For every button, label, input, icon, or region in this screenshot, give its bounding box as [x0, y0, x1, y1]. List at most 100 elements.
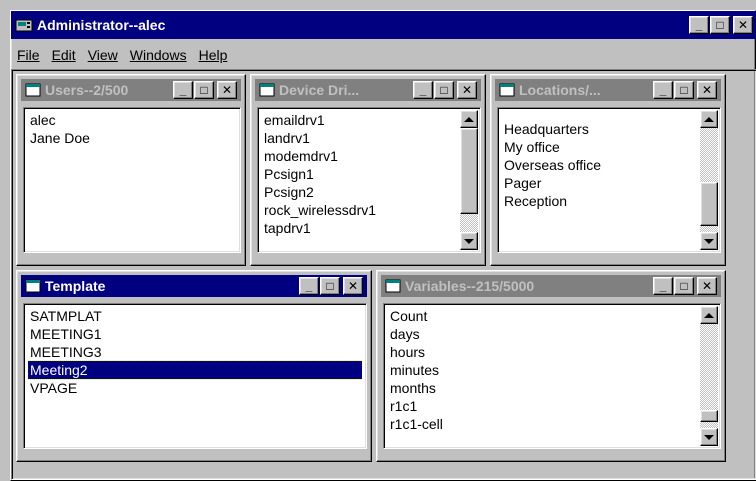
window-icon — [385, 279, 401, 293]
scroll-up-button[interactable] — [700, 110, 718, 128]
users-title-bar[interactable]: Users--2/500 _ □ ✕ — [21, 79, 241, 101]
list-item[interactable]: Pcsign1 — [262, 165, 458, 183]
close-button[interactable]: ✕ — [733, 16, 753, 34]
menu-help-label: Help — [198, 47, 228, 63]
scroll-down-button[interactable] — [700, 232, 718, 250]
pager-icon — [15, 19, 33, 32]
list-item[interactable]: emaildrv1 — [262, 111, 458, 129]
list-item[interactable]: rock_wirelessdrv1 — [262, 201, 458, 219]
scroll-thumb[interactable] — [700, 410, 718, 422]
users-maximize-button[interactable]: □ — [194, 81, 214, 99]
menu-edit[interactable]: Edit — [46, 47, 82, 63]
variables-window: Variables--215/5000 _ □ ✕ Count days hou… — [376, 270, 726, 462]
device-drivers-list[interactable]: emaildrv1 landrv1 modemdrv1 Pcsign1 Pcsi… — [257, 107, 481, 253]
scroll-up-button[interactable] — [460, 110, 478, 128]
list-item[interactable]: MEETING1 — [28, 325, 362, 343]
locations-close-button[interactable]: ✕ — [697, 81, 717, 99]
scroll-thumb[interactable] — [700, 182, 718, 226]
main-window: Administrator--alec _ □ ✕ File Edit View… — [10, 10, 756, 481]
users-close-button[interactable]: ✕ — [217, 81, 237, 99]
list-item[interactable]: Pager — [502, 174, 698, 192]
menu-windows[interactable]: Windows — [124, 47, 193, 63]
users-title: Users--2/500 — [45, 82, 129, 98]
list-item[interactable]: Count — [388, 307, 698, 325]
list-item[interactable]: SATMPLAT — [28, 307, 362, 325]
drivers-scrollbar[interactable] — [460, 110, 478, 250]
list-item[interactable]: months — [388, 379, 698, 397]
list-item[interactable]: MEETING3 — [28, 343, 362, 361]
template-title: Template — [45, 278, 106, 294]
list-item[interactable]: hours — [388, 343, 698, 361]
device-drivers-title-bar[interactable]: Device Dri... _ □ ✕ — [255, 79, 481, 101]
list-item[interactable]: Overseas office — [502, 156, 698, 174]
maximize-button[interactable]: □ — [710, 16, 730, 34]
drivers-close-button[interactable]: ✕ — [457, 81, 477, 99]
list-item[interactable]: Pcsign2 — [262, 183, 458, 201]
list-item[interactable]: VPAGE — [28, 379, 362, 397]
window-icon — [259, 83, 275, 97]
arrow-up-icon — [704, 116, 714, 122]
menu-bar: File Edit View Windows Help — [11, 41, 756, 69]
variables-list[interactable]: Count days hours minutes months r1c1 r1c… — [383, 303, 721, 449]
device-drivers-window: Device Dri... _ □ ✕ emaildrv1 landrv1 mo… — [250, 74, 486, 266]
list-item[interactable]: minutes — [388, 361, 698, 379]
list-item-selected[interactable]: Meeting2 — [28, 360, 362, 380]
variables-maximize-button[interactable]: □ — [674, 277, 694, 295]
template-close-button[interactable]: ✕ — [343, 277, 363, 295]
list-item[interactable]: days — [388, 325, 698, 343]
menu-windows-label: Windows — [129, 47, 187, 63]
template-title-bar[interactable]: Template _ □ ✕ — [21, 275, 367, 297]
window-icon — [499, 83, 515, 97]
window-icon — [25, 83, 41, 97]
list-item[interactable]: Headquarters — [502, 120, 698, 138]
variables-close-button[interactable]: ✕ — [697, 277, 717, 295]
scroll-up-button[interactable] — [700, 306, 718, 324]
variables-title: Variables--215/5000 — [405, 278, 535, 294]
app-title-bar[interactable]: Administrator--alec _ □ ✕ — [11, 11, 756, 39]
locations-title-bar[interactable]: Locations/... _ □ ✕ — [495, 79, 721, 101]
list-item[interactable]: modemdrv1 — [262, 147, 458, 165]
users-minimize-button[interactable]: _ — [173, 81, 193, 99]
users-list[interactable]: alec Jane Doe — [23, 107, 241, 253]
list-item[interactable]: My office — [502, 138, 698, 156]
arrow-up-icon — [704, 312, 714, 318]
template-list[interactable]: SATMPLAT MEETING1 MEETING3 Meeting2 VPAG… — [23, 303, 367, 449]
arrow-down-icon — [464, 238, 474, 244]
locations-list[interactable]: Headquarters My office Overseas office P… — [497, 107, 721, 253]
list-item[interactable]: tapdrv1 — [262, 219, 458, 237]
scroll-thumb[interactable] — [460, 128, 478, 214]
template-window: Template _ □ ✕ SATMPLAT MEETING1 MEETING… — [16, 270, 372, 462]
list-item[interactable]: landrv1 — [262, 129, 458, 147]
drivers-minimize-button[interactable]: _ — [413, 81, 433, 99]
mdi-client-area: Users--2/500 _ □ ✕ alec Jane Doe Device … — [11, 69, 756, 480]
menu-view-label: View — [87, 47, 118, 63]
list-item[interactable]: alec — [28, 111, 236, 129]
variables-minimize-button[interactable]: _ — [653, 277, 673, 295]
drivers-maximize-button[interactable]: □ — [434, 81, 454, 99]
variables-title-bar[interactable]: Variables--215/5000 _ □ ✕ — [381, 275, 721, 297]
locations-minimize-button[interactable]: _ — [653, 81, 673, 99]
menu-file-label: File — [17, 47, 40, 63]
list-item[interactable]: r1c1 — [388, 397, 698, 415]
device-drivers-title: Device Dri... — [279, 82, 360, 98]
menu-view[interactable]: View — [82, 47, 124, 63]
arrow-down-icon — [704, 434, 714, 440]
locations-window: Locations/... _ □ ✕ Headquarters My offi… — [490, 74, 726, 266]
scroll-down-button[interactable] — [700, 428, 718, 446]
menu-help[interactable]: Help — [193, 47, 234, 63]
scroll-down-button[interactable] — [460, 232, 478, 250]
template-minimize-button[interactable]: _ — [299, 277, 319, 295]
window-icon — [25, 279, 41, 293]
list-item[interactable]: Jane Doe — [28, 129, 236, 147]
users-window: Users--2/500 _ □ ✕ alec Jane Doe — [16, 74, 246, 266]
list-item[interactable]: r1c1-cell — [388, 415, 698, 433]
app-title: Administrator--alec — [37, 17, 166, 33]
variables-scrollbar[interactable] — [700, 306, 718, 446]
locations-maximize-button[interactable]: □ — [674, 81, 694, 99]
menu-edit-label: Edit — [51, 47, 76, 63]
menu-file[interactable]: File — [11, 47, 46, 63]
template-maximize-button[interactable]: □ — [320, 277, 340, 295]
minimize-button[interactable]: _ — [689, 16, 709, 34]
list-item[interactable]: Reception — [502, 192, 698, 210]
locations-scrollbar[interactable] — [700, 110, 718, 250]
